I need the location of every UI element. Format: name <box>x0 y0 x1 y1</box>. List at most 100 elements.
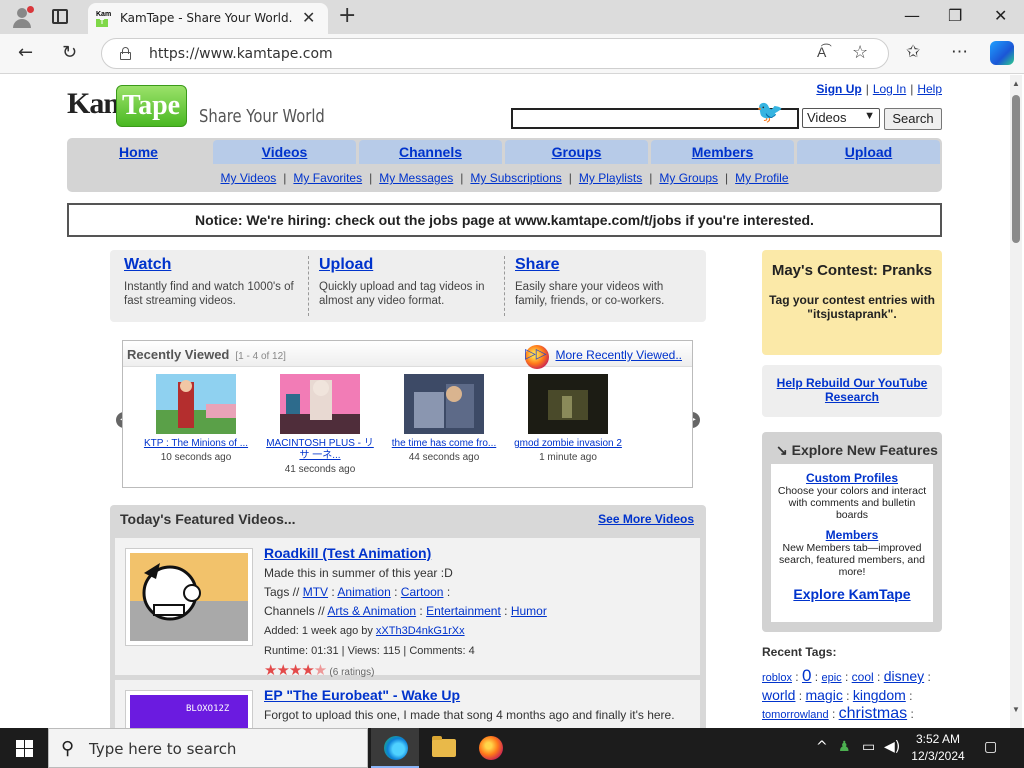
more-recently-viewed-link[interactable]: More Recently Viewed.. <box>555 348 682 362</box>
maximize-icon[interactable]: ❐ <box>948 6 962 25</box>
tab-home[interactable]: Home <box>67 140 210 164</box>
tag-link[interactable]: magic <box>805 687 842 703</box>
address-bar[interactable]: https://www.kamtape.com A͡ ☆ <box>101 38 889 69</box>
video-title-link[interactable]: MACINTOSH PLUS - リサ 一ネ... <box>265 438 375 462</box>
close-tab-icon[interactable]: ✕ <box>302 8 315 28</box>
browser-tab[interactable]: Kam T KamTape - Share Your World. ✕ <box>88 3 328 34</box>
video-thumbnail[interactable] <box>280 374 360 434</box>
scrollbar-thumb[interactable] <box>1012 95 1020 243</box>
scroll-down-icon[interactable]: ▼ <box>1012 705 1020 714</box>
tag-link[interactable]: tomorrowland <box>762 709 829 721</box>
video-title-link[interactable]: gmod zombie invasion 2 <box>513 438 623 450</box>
recent-item: gmod zombie invasion 2 1 minute ago <box>513 374 623 463</box>
video-thumbnail[interactable] <box>156 374 236 434</box>
rebuild-research-link[interactable]: Help Rebuild Our YouTube Research <box>777 376 928 404</box>
copilot-icon[interactable] <box>990 41 1014 65</box>
tab-actions-icon[interactable] <box>52 9 68 24</box>
url-text[interactable]: https://www.kamtape.com <box>149 46 333 62</box>
scroll-up-icon[interactable]: ▲ <box>1012 79 1020 88</box>
tag-link[interactable]: disney <box>884 668 924 684</box>
page-scrollbar[interactable]: ▲ ▼ <box>1010 75 1022 728</box>
channel-link[interactable]: Humor <box>511 604 547 618</box>
featured-video-title-link[interactable]: Roadkill (Test Animation) <box>264 545 431 561</box>
read-aloud-icon[interactable]: A͡ <box>817 44 826 60</box>
chevron-up-icon[interactable]: ^ <box>816 739 828 755</box>
page-viewport: Kam Tape Share Your World Sign Up | Log In… <box>0 75 1024 728</box>
tag-link[interactable]: 0 <box>802 666 811 685</box>
tag-link[interactable]: epic <box>821 672 841 684</box>
signup-link[interactable]: Sign Up <box>816 82 861 96</box>
video-thumbnail[interactable] <box>528 374 608 434</box>
lock-icon[interactable] <box>120 47 131 60</box>
edge-taskbar-icon[interactable] <box>371 728 419 768</box>
custom-profiles-link[interactable]: Custom Profiles <box>771 471 933 485</box>
tag-link[interactable]: cool <box>852 670 874 684</box>
tab-members[interactable]: Members <box>651 140 794 164</box>
system-clock[interactable]: 3:52 AM 12/3/2024 <box>906 731 970 765</box>
featured-video-title-link[interactable]: EP "The Eurobeat" - Wake Up <box>264 687 460 703</box>
profile-icon[interactable] <box>10 6 34 28</box>
tag-link[interactable]: world <box>762 687 795 703</box>
my-subscriptions-link[interactable]: My Subscriptions <box>470 171 561 185</box>
my-profile-link[interactable]: My Profile <box>735 171 788 185</box>
recently-viewed-title: Recently Viewed [1 - 4 of 12] <box>127 347 286 362</box>
windows-start-icon[interactable] <box>16 740 33 757</box>
firefox-icon[interactable] <box>467 728 515 768</box>
tag-link[interactable]: Animation <box>337 585 390 599</box>
tag-link[interactable]: kingdom <box>853 687 906 703</box>
login-link[interactable]: Log In <box>873 82 906 96</box>
my-groups-link[interactable]: My Groups <box>659 171 718 185</box>
minimize-icon[interactable]: — <box>904 6 920 25</box>
channel-link[interactable]: Entertainment <box>426 604 501 618</box>
recently-viewed-panel: Recently Viewed [1 - 4 of 12] ▷▷ More Rec… <box>122 340 693 488</box>
tag-link[interactable]: MTV <box>303 585 328 599</box>
notifications-icon[interactable]: ▢ <box>984 739 997 755</box>
favorites-icon[interactable]: ✩ <box>906 42 920 62</box>
members-feature-link[interactable]: Members <box>771 528 933 542</box>
help-link[interactable]: Help <box>917 82 942 96</box>
kamtape-logo[interactable]: Kam Tape <box>67 85 187 129</box>
watch-link[interactable]: Watch <box>124 256 171 273</box>
explore-kamtape-link[interactable]: Explore KamTape <box>771 586 933 602</box>
uploader-link[interactable]: xXTh3D4nkG1rXx <box>376 625 465 637</box>
tab-groups[interactable]: Groups <box>505 140 648 164</box>
tag-link[interactable]: roblox <box>762 672 792 684</box>
fast-forward-icon[interactable]: ▷▷ <box>525 345 549 369</box>
people-icon[interactable]: ♟ <box>838 739 851 755</box>
taskbar-search[interactable]: ⚲ Type here to search <box>48 728 368 768</box>
my-playlists-link[interactable]: My Playlists <box>579 171 642 185</box>
star-rating[interactable]: ★★★★★ (6 ratings) <box>264 662 374 679</box>
tab-videos[interactable]: Videos <box>213 140 356 164</box>
search-category-select[interactable]: Videos ▼ <box>802 108 880 128</box>
video-title-link[interactable]: the time has come fro... <box>389 438 499 450</box>
share-link[interactable]: Share <box>515 256 559 273</box>
search-button[interactable]: Search <box>884 108 942 130</box>
video-thumbnail[interactable] <box>404 374 484 434</box>
favorite-star-icon[interactable]: ☆ <box>852 42 868 63</box>
back-arrow-icon[interactable]: ← <box>18 42 33 63</box>
volume-icon[interactable]: ◀) <box>884 739 900 755</box>
my-messages-link[interactable]: My Messages <box>379 171 453 185</box>
video-title-link[interactable]: KTP : The Minions of ... <box>141 438 251 450</box>
my-favorites-link[interactable]: My Favorites <box>293 171 362 185</box>
channel-link[interactable]: Arts & Animation <box>327 604 416 618</box>
video-thumbnail[interactable]: BLOXO12Z <box>125 690 253 728</box>
upload-link[interactable]: Upload <box>319 256 373 273</box>
tab-upload[interactable]: Upload <box>797 140 940 164</box>
new-tab-icon[interactable]: + <box>338 3 356 28</box>
recent-item: the time has come fro... 44 seconds ago <box>389 374 499 463</box>
video-thumbnail[interactable] <box>125 548 253 646</box>
tag-link[interactable]: Cartoon <box>401 585 444 599</box>
file-explorer-icon[interactable] <box>419 728 467 768</box>
tab-channels[interactable]: Channels <box>359 140 502 164</box>
my-videos-link[interactable]: My Videos <box>220 171 276 185</box>
refresh-icon[interactable]: ↻ <box>62 42 77 63</box>
tagline: Share Your World <box>199 106 325 127</box>
arrow-down-right-icon: ↘ <box>776 442 788 458</box>
close-window-icon[interactable]: ✕ <box>994 6 1007 25</box>
more-menu-icon[interactable]: ⋯ <box>951 42 968 62</box>
tag-link[interactable]: christmas <box>839 705 907 722</box>
featured-videos-panel: Today's Featured Videos... See More Vide… <box>110 505 706 728</box>
network-icon[interactable]: ▭ <box>862 739 875 755</box>
see-more-videos-link[interactable]: See More Videos <box>598 512 694 526</box>
